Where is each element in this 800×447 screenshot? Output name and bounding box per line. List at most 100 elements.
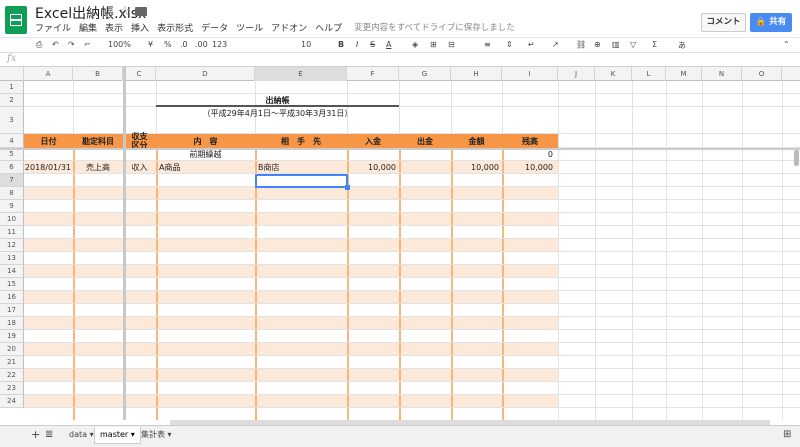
- freeze-divider-horizontal[interactable]: [0, 148, 800, 150]
- row-header-21[interactable]: 21: [0, 356, 24, 369]
- star-icon[interactable]: ☆: [119, 4, 131, 19]
- column-header-f[interactable]: F: [347, 67, 399, 81]
- column-header-a[interactable]: A: [24, 67, 73, 81]
- filter-icon[interactable]: ▽: [630, 40, 636, 49]
- input-tools-button[interactable]: あ: [678, 40, 686, 51]
- row-header-24[interactable]: 24: [0, 395, 24, 408]
- row-header-18[interactable]: 18: [0, 317, 24, 330]
- column-header-m[interactable]: M: [666, 67, 702, 81]
- row-header-15[interactable]: 15: [0, 278, 24, 291]
- redo-icon[interactable]: ↷: [68, 40, 75, 49]
- header-type: 収支 区分: [131, 132, 148, 150]
- collapse-icon[interactable]: ⌃: [783, 40, 790, 49]
- save-status: 変更内容をすべてドライブに保存しました: [354, 23, 515, 33]
- column-header-n[interactable]: N: [702, 67, 742, 81]
- row-header-11[interactable]: 11: [0, 226, 24, 239]
- chart-icon[interactable]: ▥: [612, 40, 620, 49]
- italic-button[interactable]: I: [356, 40, 358, 49]
- menu-edit[interactable]: 編集: [79, 21, 97, 35]
- row-header-9[interactable]: 9: [0, 200, 24, 213]
- sheet-tab-summary[interactable]: 集計表 ▾: [136, 427, 177, 444]
- strike-button[interactable]: S: [370, 40, 375, 49]
- column-header-h[interactable]: H: [451, 67, 502, 81]
- paint-format-icon[interactable]: ⌐: [84, 40, 91, 49]
- spreadsheet-grid[interactable]: ABCDEFGHIJKLMNO 1 2 3 4 5 6 7 8 9 10 11 12 13 14 15 16 1…: [0, 67, 800, 420]
- row-header-23[interactable]: 23: [0, 382, 24, 395]
- decrease-decimal-button[interactable]: .0: [180, 40, 188, 49]
- column-header-b[interactable]: B: [73, 67, 123, 81]
- menu-help[interactable]: ヘルプ: [315, 21, 342, 35]
- select-all-corner[interactable]: [0, 67, 24, 81]
- valign-icon[interactable]: ⇕: [506, 40, 513, 49]
- column-header-j[interactable]: J: [558, 67, 595, 81]
- align-icon[interactable]: ≡: [484, 40, 491, 49]
- fill-color-icon[interactable]: ◈: [412, 40, 418, 49]
- font-size-select[interactable]: 10: [301, 40, 311, 49]
- column-header-c[interactable]: C: [123, 67, 156, 81]
- explore-icon[interactable]: ⊞: [778, 427, 796, 444]
- row-gridline: [24, 225, 800, 226]
- row-gridline: [24, 394, 800, 395]
- zoom-select[interactable]: 100%: [108, 40, 131, 49]
- borders-icon[interactable]: ⊞: [430, 40, 437, 49]
- text-color-button[interactable]: A: [386, 40, 391, 49]
- row-header-7[interactable]: 7: [0, 174, 24, 187]
- row-header-6[interactable]: 6: [0, 161, 24, 174]
- all-sheets-icon[interactable]: ≣: [40, 427, 58, 444]
- sheets-logo-icon[interactable]: [5, 6, 27, 34]
- row-header-19[interactable]: 19: [0, 330, 24, 343]
- column-header-i[interactable]: I: [502, 67, 558, 81]
- column-header-e[interactable]: E: [255, 67, 347, 81]
- menu-insert[interactable]: 挿入: [131, 21, 149, 35]
- sheet-tab-master[interactable]: master ▾: [94, 427, 141, 444]
- row-header-17[interactable]: 17: [0, 304, 24, 317]
- formula-bar[interactable]: fx: [0, 53, 800, 67]
- column-header-o[interactable]: O: [742, 67, 782, 81]
- rotate-icon[interactable]: ↗: [552, 40, 559, 49]
- wrap-icon[interactable]: ↵: [528, 40, 535, 49]
- row-header-3[interactable]: 3: [0, 107, 24, 134]
- row-header-12[interactable]: 12: [0, 239, 24, 252]
- link-icon[interactable]: ⛓: [576, 40, 586, 49]
- row-header-1[interactable]: 1: [0, 81, 24, 94]
- currency-button[interactable]: ¥: [148, 40, 153, 49]
- row-header-8[interactable]: 8: [0, 187, 24, 200]
- header-partner: 相 手 先: [281, 136, 321, 146]
- menu-addons[interactable]: アドオン: [271, 21, 307, 35]
- row-header-20[interactable]: 20: [0, 343, 24, 356]
- row-gridline: [24, 368, 800, 369]
- menu-file[interactable]: ファイル: [35, 21, 71, 35]
- column-header-k[interactable]: K: [595, 67, 632, 81]
- row-header-22[interactable]: 22: [0, 369, 24, 382]
- folder-icon[interactable]: [135, 7, 147, 16]
- row-header-4[interactable]: 4: [0, 134, 24, 148]
- column-header-l[interactable]: L: [632, 67, 666, 81]
- number-format-select[interactable]: 123: [212, 40, 227, 49]
- selected-cell[interactable]: [255, 174, 348, 188]
- percent-button[interactable]: %: [164, 40, 172, 49]
- row-header-10[interactable]: 10: [0, 213, 24, 226]
- column-header-d[interactable]: D: [156, 67, 255, 81]
- merge-icon[interactable]: ⊟: [448, 40, 455, 49]
- row-header-16[interactable]: 16: [0, 291, 24, 304]
- menu-view[interactable]: 表示: [105, 21, 123, 35]
- print-icon[interactable]: ⎙: [36, 40, 42, 50]
- menu-data[interactable]: データ: [201, 21, 228, 35]
- vertical-scrollbar[interactable]: [794, 150, 799, 166]
- freeze-divider-vertical[interactable]: [123, 67, 126, 420]
- comment-icon[interactable]: ⊕: [594, 40, 601, 49]
- row-header-2[interactable]: 2: [0, 94, 24, 107]
- comment-button[interactable]: コメント: [701, 13, 746, 32]
- undo-icon[interactable]: ↶: [52, 40, 59, 49]
- share-button[interactable]: 🔒 共有: [750, 13, 792, 32]
- menu-tools[interactable]: ツール: [236, 21, 263, 35]
- functions-icon[interactable]: Σ: [652, 40, 657, 49]
- column-header-g[interactable]: G: [399, 67, 451, 81]
- increase-decimal-button[interactable]: .00: [195, 40, 208, 49]
- row-header-13[interactable]: 13: [0, 252, 24, 265]
- menu-format[interactable]: 表示形式: [157, 21, 193, 35]
- row-gridline: [24, 238, 800, 239]
- row-header-14[interactable]: 14: [0, 265, 24, 278]
- bold-button[interactable]: B: [338, 40, 344, 49]
- fill-handle[interactable]: [345, 185, 350, 190]
